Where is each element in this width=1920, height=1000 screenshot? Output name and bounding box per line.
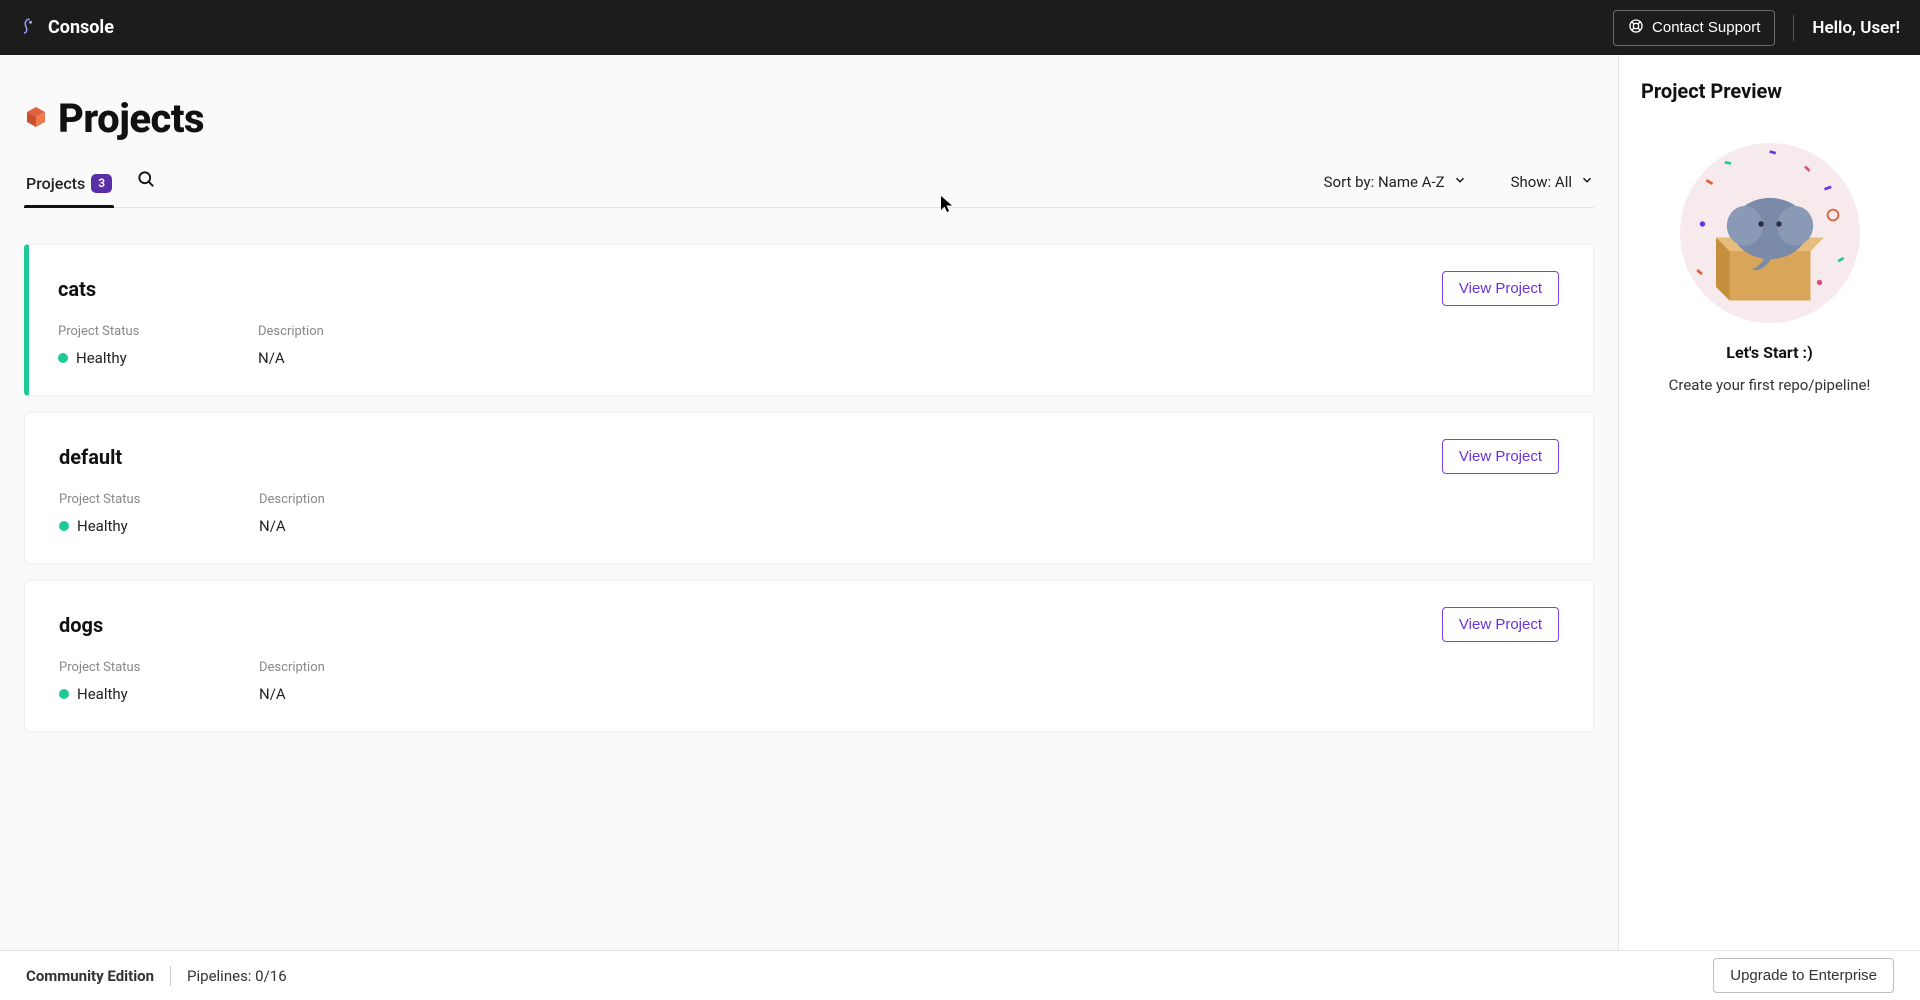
main-layout: Projects Projects 3 Sort by: Name A-Z [0,55,1920,950]
status-dot-icon [59,689,69,699]
sort-label: Sort by: Name A-Z [1324,173,1445,191]
status-text: Healthy [77,517,128,535]
preview-illustration [1680,143,1860,323]
card-meta: Project Status Healthy Description N/A [59,492,1559,535]
projects-cube-icon [24,105,48,133]
chevron-down-icon [1453,173,1467,191]
meta-status-label: Project Status [59,492,169,507]
meta-description-label: Description [259,660,369,675]
chevron-down-icon [1580,173,1594,191]
tab-projects[interactable]: Projects 3 [24,164,114,207]
topbar-left: Console [20,17,114,39]
footer-separator [170,966,171,986]
projects-list: cats View Project Project Status Healthy… [24,244,1594,732]
topbar: Console Contact Support Hello, User! [0,0,1920,55]
user-greeting[interactable]: Hello, User! [1812,18,1900,38]
tabs-left: Projects 3 [24,164,156,207]
page-title-row: Projects [24,95,1594,142]
meta-description-label: Description [258,324,368,339]
meta-description-value: N/A [258,349,368,367]
meta-status-value: Healthy [59,517,169,535]
contact-support-button[interactable]: Contact Support [1613,10,1775,46]
project-card[interactable]: cats View Project Project Status Healthy… [24,244,1594,396]
main-content: Projects Projects 3 Sort by: Name A-Z [0,55,1618,950]
card-header: default View Project [59,439,1559,474]
pipelines-count: Pipelines: 0/16 [187,967,287,985]
tabs-right: Sort by: Name A-Z Show: All [1324,173,1594,199]
footer-left: Community Edition Pipelines: 0/16 [26,966,287,986]
project-card[interactable]: default View Project Project Status Heal… [24,412,1594,564]
preview-title: Let's Start :) [1641,343,1898,362]
meta-description: Description N/A [259,660,369,703]
status-text: Healthy [77,685,128,703]
view-project-button[interactable]: View Project [1442,271,1559,306]
upgrade-enterprise-button[interactable]: Upgrade to Enterprise [1713,958,1894,993]
preview-caption: Create your first repo/pipeline! [1641,376,1898,394]
status-dot-icon [59,521,69,531]
tabs-row: Projects 3 Sort by: Name A-Z [24,164,1594,208]
search-icon[interactable] [136,169,156,203]
project-name: cats [58,277,96,301]
project-name: default [59,445,122,469]
meta-description: Description N/A [258,324,368,367]
footer: Community Edition Pipelines: 0/16 Upgrad… [0,950,1920,1000]
meta-status: Project Status Healthy [59,660,169,703]
status-text: Healthy [76,349,127,367]
meta-description-label: Description [259,492,369,507]
card-meta: Project Status Healthy Description N/A [58,324,1559,367]
projects-count-badge: 3 [91,174,112,192]
brand-text: Console [48,17,114,38]
show-dropdown[interactable]: Show: All [1511,173,1594,191]
meta-status-label: Project Status [59,660,169,675]
project-preview-sidebar: Project Preview [1618,55,1920,950]
project-card[interactable]: dogs View Project Project Status Healthy… [24,580,1594,732]
view-project-button[interactable]: View Project [1442,607,1559,642]
contact-support-label: Contact Support [1652,19,1760,36]
tab-projects-label: Projects [26,174,85,193]
edition-label: Community Edition [26,967,154,985]
meta-status: Project Status Healthy [58,324,168,367]
status-dot-icon [58,353,68,363]
meta-description-value: N/A [259,517,369,535]
page-title: Projects [58,95,204,142]
card-meta: Project Status Healthy Description N/A [59,660,1559,703]
card-header: cats View Project [58,271,1559,306]
meta-description: Description N/A [259,492,369,535]
meta-status: Project Status Healthy [59,492,169,535]
logo-icon [20,17,38,39]
topbar-right: Contact Support Hello, User! [1613,10,1900,46]
meta-status-value: Healthy [58,349,168,367]
sort-dropdown[interactable]: Sort by: Name A-Z [1324,173,1467,191]
meta-status-label: Project Status [58,324,168,339]
view-project-button[interactable]: View Project [1442,439,1559,474]
project-name: dogs [59,613,103,637]
sidebar-heading: Project Preview [1641,79,1898,103]
meta-status-value: Healthy [59,685,169,703]
meta-description-value: N/A [259,685,369,703]
topbar-divider [1793,15,1794,41]
life-buoy-icon [1628,18,1644,38]
card-header: dogs View Project [59,607,1559,642]
show-label: Show: All [1511,173,1572,191]
